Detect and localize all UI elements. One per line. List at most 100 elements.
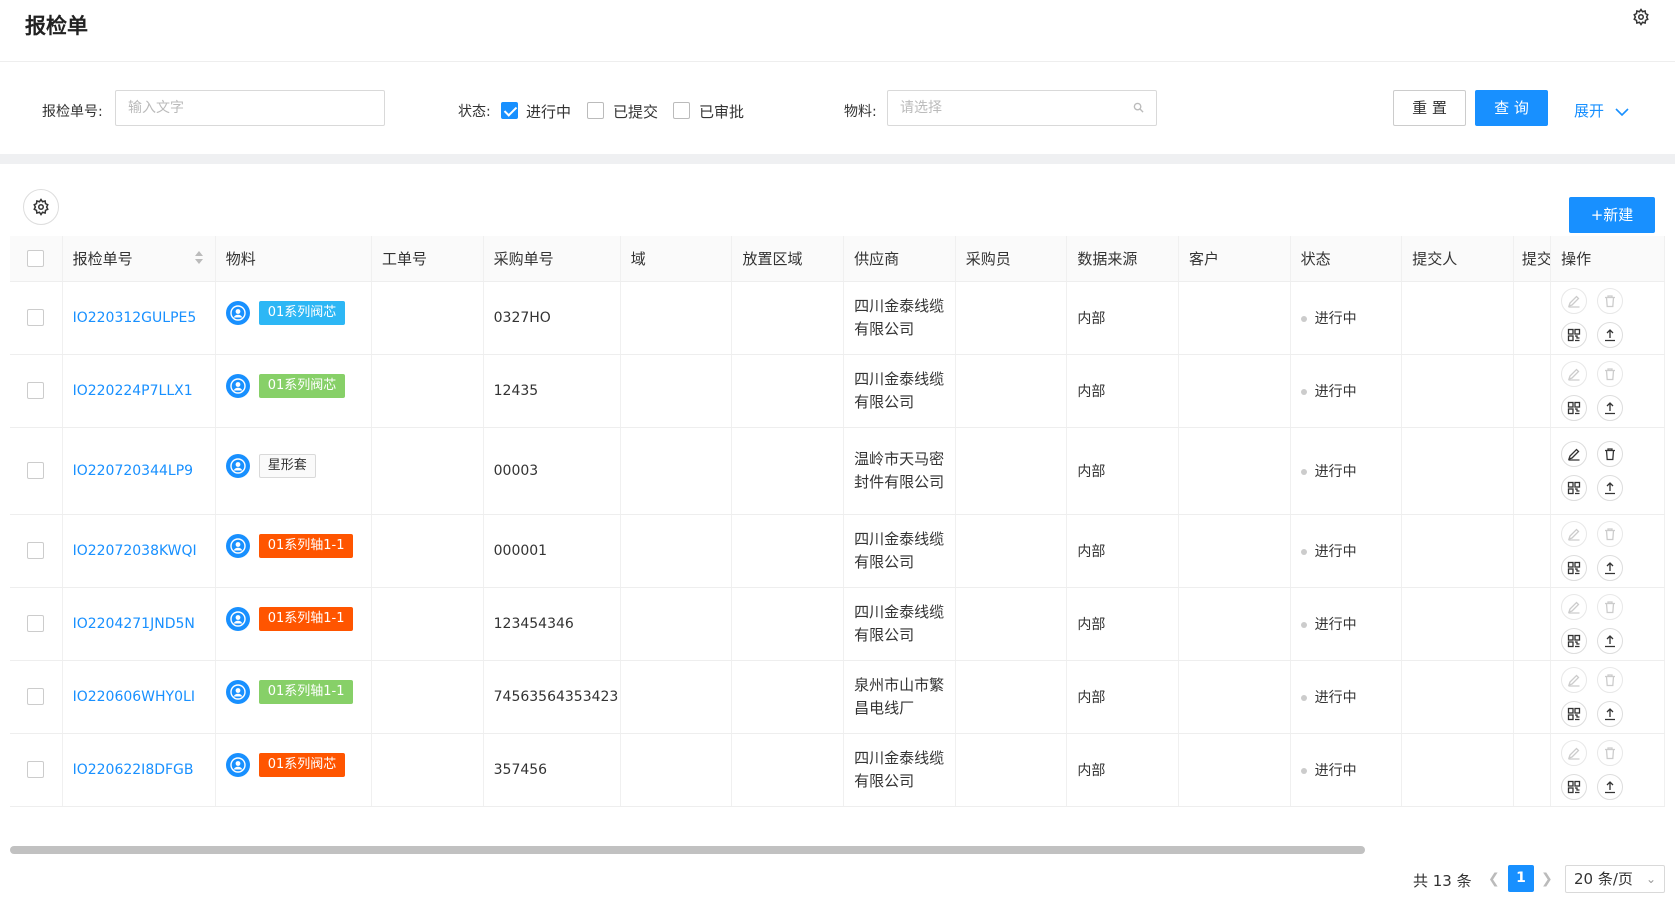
qrcode-button[interactable] [1561, 321, 1588, 348]
sort-icon[interactable] [194, 250, 205, 266]
expand-toggle[interactable]: 展开 [1574, 100, 1629, 121]
order-no-link[interactable]: IO220224P7LLX1 [62, 354, 216, 428]
new-button[interactable]: +新建 [1569, 197, 1655, 233]
data-table: 报检单号 物料 工单号 采购单号 域 放置区域 供应商 采购员 数据来源 客户 … [10, 236, 1665, 853]
table-header-row: 报检单号 物料 工单号 采购单号 域 放置区域 供应商 采购员 数据来源 客户 … [10, 236, 1665, 282]
row-checkbox[interactable] [27, 382, 45, 399]
upload-icon [1605, 561, 1616, 574]
column-header: 数据来源 [1066, 236, 1179, 282]
row-checkbox[interactable] [27, 688, 45, 705]
table-row[interactable]: IO220606WHY0LI 01系列轴1-1 74563564353423 泉… [10, 660, 1665, 734]
table-row[interactable]: IO220622I8DFGB 01系列阀芯 357456 四川金泰线缆有限公司 … [10, 733, 1665, 807]
edit-button[interactable] [1561, 739, 1588, 766]
edit-button[interactable] [1561, 287, 1588, 314]
row-checkbox[interactable] [27, 462, 45, 479]
work-order-cell [371, 514, 484, 588]
next-page-icon[interactable]: ❯ [1541, 871, 1553, 887]
delete-button[interactable] [1597, 440, 1624, 467]
delete-button[interactable] [1597, 360, 1624, 387]
edit-button[interactable] [1561, 520, 1588, 547]
column-header: 放置区域 [731, 236, 845, 282]
material-cell: 01系列阀芯 [215, 733, 373, 807]
edit-button[interactable] [1561, 440, 1588, 467]
qrcode-icon [1567, 561, 1581, 574]
order-no-link[interactable]: IO220312GULPE5 [62, 281, 216, 355]
material-tag: 01系列阀芯 [258, 300, 346, 325]
column-settings-button[interactable] [23, 189, 59, 225]
delete-icon [1605, 673, 1616, 686]
qrcode-button[interactable] [1561, 700, 1588, 727]
delete-button[interactable] [1597, 593, 1624, 620]
row-checkbox[interactable] [27, 615, 45, 632]
page-header: 报检单 [0, 0, 1675, 62]
status-text: 进行中 [1314, 689, 1357, 706]
status-option-label[interactable]: 进行中 [526, 101, 571, 122]
purchase-no-cell: 12435 [483, 354, 621, 428]
reset-button[interactable]: 重 置 [1393, 90, 1466, 126]
edit-button[interactable] [1561, 666, 1588, 693]
upload-button[interactable] [1597, 474, 1624, 501]
prev-page-icon[interactable]: ❮ [1488, 871, 1500, 887]
source-cell: 内部 [1066, 733, 1179, 807]
order-no-input[interactable]: 输入文字 [115, 90, 385, 126]
upload-button[interactable] [1597, 321, 1624, 348]
edit-button[interactable] [1561, 360, 1588, 387]
total-count: 共 13 条 [1413, 872, 1472, 890]
delete-button[interactable] [1597, 739, 1624, 766]
order-no-link[interactable]: IO220606WHY0LI [62, 660, 216, 734]
settings-gear-icon[interactable] [1632, 8, 1650, 26]
horizontal-scrollbar[interactable] [10, 845, 1665, 855]
section-divider [0, 154, 1675, 164]
upload-button[interactable] [1597, 394, 1624, 421]
qrcode-button[interactable] [1561, 627, 1588, 654]
row-checkbox[interactable] [27, 761, 45, 778]
order-no-link[interactable]: IO2204271JND5N [62, 587, 216, 661]
table-row[interactable]: IO220312GULPE5 01系列阀芯 0327HO 四川金泰线缆有限公司 … [10, 281, 1665, 355]
status-checkbox-approved[interactable] [673, 102, 690, 119]
delete-button[interactable] [1597, 287, 1624, 314]
qrcode-button[interactable] [1561, 554, 1588, 581]
order-no-link[interactable]: IO220720344LP9 [62, 427, 216, 515]
qrcode-icon [1567, 634, 1581, 647]
status-option-label[interactable]: 已提交 [613, 101, 658, 122]
column-header: 供应商 [843, 236, 956, 282]
order-no-link[interactable]: IO22072038KWQI [62, 514, 216, 588]
table-row[interactable]: IO220224P7LLX1 01系列阀芯 12435 四川金泰线缆有限公司 内… [10, 354, 1665, 428]
status-dot [1300, 621, 1307, 628]
column-header[interactable]: 报检单号 [62, 236, 216, 282]
status-checkbox-submitted[interactable] [587, 102, 604, 119]
scrollbar-thumb[interactable] [10, 846, 1365, 854]
table-row[interactable]: IO22072038KWQI 01系列轴1-1 000001 四川金泰线缆有限公… [10, 514, 1665, 588]
edit-button[interactable] [1561, 593, 1588, 620]
delete-button[interactable] [1597, 520, 1624, 547]
current-page[interactable]: 1 [1508, 865, 1534, 892]
qrcode-button[interactable] [1561, 394, 1588, 421]
supplier-cell: 四川金泰线缆有限公司 [843, 733, 956, 807]
qrcode-button[interactable] [1561, 474, 1588, 501]
material-placeholder: 请选择 [900, 100, 942, 116]
order-no-link[interactable]: IO220622I8DFGB [62, 733, 216, 807]
upload-icon [1605, 780, 1616, 793]
table-row[interactable]: IO220720344LP9 星形套 00003 温岭市天马密封件有限公司 内部… [10, 427, 1665, 515]
delete-button[interactable] [1597, 666, 1624, 693]
select-all-checkbox[interactable] [27, 249, 45, 267]
work-order-cell [371, 660, 484, 734]
upload-button[interactable] [1597, 773, 1624, 800]
status-option-label[interactable]: 已审批 [699, 101, 744, 122]
qrcode-button[interactable] [1561, 773, 1588, 800]
row-checkbox[interactable] [27, 542, 45, 559]
upload-icon [1605, 401, 1616, 414]
page-size-select[interactable]: 20 条/页 ⌄ [1565, 865, 1665, 893]
status-checkbox-in-progress[interactable] [501, 102, 518, 119]
material-select[interactable]: 请选择 [887, 90, 1157, 126]
query-button[interactable]: 查 询 [1475, 90, 1548, 126]
upload-button[interactable] [1597, 554, 1624, 581]
customer-cell [1178, 281, 1291, 355]
column-header: 域 [620, 236, 733, 282]
user-avatar-icon [225, 679, 250, 704]
upload-button[interactable] [1597, 627, 1624, 654]
delete-icon [1605, 367, 1616, 380]
upload-button[interactable] [1597, 700, 1624, 727]
row-checkbox[interactable] [27, 309, 45, 326]
table-row[interactable]: IO2204271JND5N 01系列轴1-1 123454346 四川金泰线缆… [10, 587, 1665, 661]
